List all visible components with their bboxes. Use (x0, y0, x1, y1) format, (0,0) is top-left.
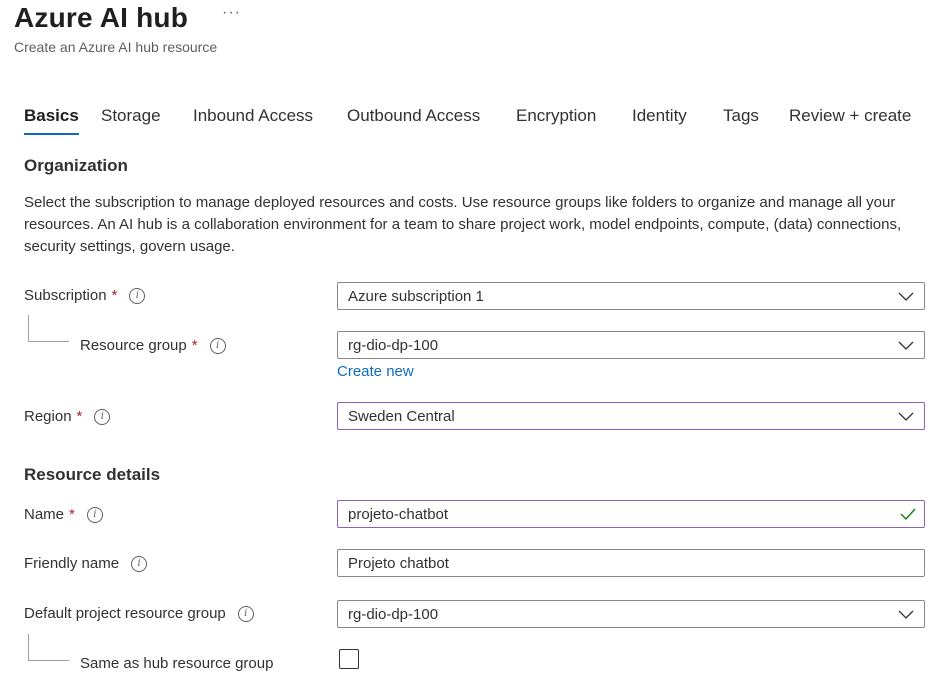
name-label: Name * i (24, 506, 103, 523)
more-options-icon[interactable]: ··· (222, 4, 241, 22)
tab-encryption[interactable]: Encryption (516, 106, 596, 135)
resource-group-label: Resource group * i (80, 337, 226, 354)
info-icon[interactable]: i (237, 605, 254, 622)
region-dropdown[interactable]: Sweden Central (337, 402, 925, 430)
info-icon[interactable]: i (129, 287, 146, 304)
tab-storage[interactable]: Storage (101, 106, 161, 135)
tab-bar: Basics Storage Inbound Access Outbound A… (24, 106, 924, 142)
same-as-hub-checkbox[interactable] (339, 649, 359, 669)
tab-review-create[interactable]: Review + create (789, 106, 911, 135)
chevron-down-icon (898, 610, 914, 619)
same-as-hub-label: Same as hub resource group (80, 655, 274, 672)
organization-description: Select the subscription to manage deploy… (24, 194, 902, 255)
info-icon[interactable]: i (94, 408, 111, 425)
chevron-down-icon (898, 292, 914, 301)
page-title: Azure AI hub (14, 2, 189, 33)
required-asterisk: * (76, 408, 83, 425)
friendly-name-input[interactable]: Projeto chatbot (337, 549, 925, 577)
region-label: Region * i (24, 408, 111, 425)
organization-heading: Organization (24, 156, 128, 175)
tree-connector (28, 634, 69, 661)
chevron-down-icon (898, 412, 914, 421)
required-asterisk: * (111, 287, 118, 304)
name-input[interactable]: projeto-chatbot (337, 500, 925, 528)
page-subtitle: Create an Azure AI hub resource (14, 39, 218, 55)
required-asterisk: * (69, 506, 75, 523)
tree-connector (28, 315, 69, 342)
subscription-dropdown[interactable]: Azure subscription 1 (337, 282, 925, 310)
resource-details-heading: Resource details (24, 465, 161, 484)
tab-basics[interactable]: Basics (24, 106, 79, 135)
info-icon[interactable]: i (209, 337, 226, 354)
resource-group-dropdown[interactable]: rg-dio-dp-100 (337, 331, 925, 359)
friendly-name-label: Friendly name i (24, 555, 148, 572)
tab-tags[interactable]: Tags (723, 106, 759, 135)
create-new-link[interactable]: Create new (337, 363, 414, 380)
default-project-rg-dropdown[interactable]: rg-dio-dp-100 (337, 600, 925, 628)
chevron-down-icon (898, 341, 914, 350)
tab-outbound-access[interactable]: Outbound Access (347, 106, 480, 135)
tab-identity[interactable]: Identity (632, 106, 687, 135)
tab-inbound-access[interactable]: Inbound Access (193, 106, 313, 135)
default-project-rg-label: Default project resource group i (24, 605, 254, 622)
subscription-label: Subscription * i (24, 287, 146, 304)
required-asterisk: * (191, 337, 198, 354)
info-icon[interactable]: i (131, 555, 148, 572)
info-icon[interactable]: i (86, 506, 103, 523)
checkmark-icon (900, 508, 916, 521)
